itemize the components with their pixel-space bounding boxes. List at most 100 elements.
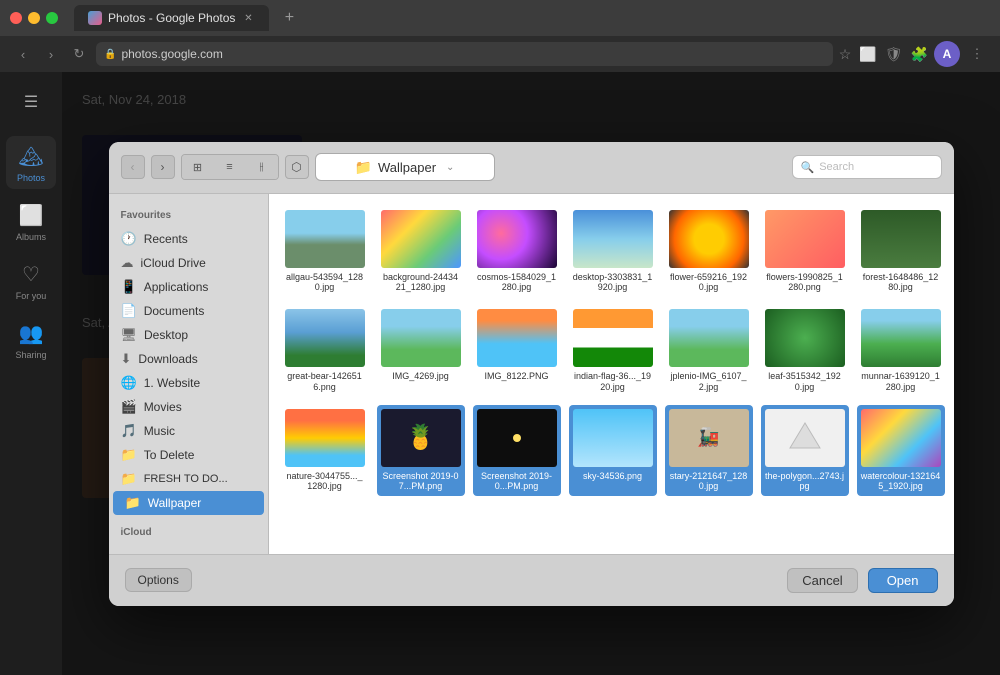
sidebar-item-for-you[interactable]: ♡ For you bbox=[6, 254, 56, 307]
file-item-polygon[interactable]: the-polygon...2743.jpg bbox=[761, 405, 849, 497]
shield-icon[interactable]: 🛡 bbox=[885, 46, 903, 63]
file-name-leaf: leaf-3515342_1920.jpg bbox=[765, 371, 845, 393]
file-item-screenshot2[interactable]: Screenshot 2019-0...PM.png bbox=[473, 405, 561, 497]
sidebar-item-music[interactable]: 🎵 Music bbox=[109, 419, 268, 443]
column-view-button[interactable]: ⫲ bbox=[246, 155, 278, 179]
file-name-sky: sky-34536.png bbox=[583, 471, 642, 482]
file-item-screenshot1[interactable]: 🍍 Screenshot 2019-07...PM.png bbox=[377, 405, 465, 497]
user-avatar[interactable]: A bbox=[934, 41, 960, 67]
sidebar-item-documents[interactable]: 📄 Documents bbox=[109, 299, 268, 323]
new-tab-button[interactable]: + bbox=[277, 6, 301, 30]
file-item-img8122[interactable]: IMG_8122.PNG bbox=[473, 305, 561, 397]
file-thumb-flower bbox=[669, 210, 749, 268]
active-tab[interactable]: Photos - Google Photos ✕ bbox=[74, 5, 269, 31]
tab-title: Photos - Google Photos bbox=[108, 11, 235, 25]
file-item-munnar[interactable]: munnar-1639120_1280.jpg bbox=[857, 305, 945, 397]
sidebar-item-to-delete[interactable]: 📁 To Delete bbox=[109, 443, 268, 467]
website-icon: 🌐 bbox=[121, 375, 137, 391]
icloud-section-label: iCloud bbox=[109, 523, 268, 542]
sharing-icon: 👥 bbox=[17, 319, 45, 347]
file-thumb-img4269 bbox=[381, 309, 461, 367]
sidebar-item-website[interactable]: 🌐 1. Website bbox=[109, 371, 268, 395]
file-item-forest[interactable]: forest-1648486_1280.jpg bbox=[857, 206, 945, 298]
app-sidebar: ☰ 🏔 Photos ⬜ Albums ♡ For you 👥 Sharing bbox=[0, 72, 62, 675]
sidebar-item-recents[interactable]: 🕐 Recents bbox=[109, 227, 268, 251]
hamburger-menu[interactable]: ☰ bbox=[13, 84, 49, 120]
file-item-jplenio[interactable]: jplenio-IMG_6107_2.jpg bbox=[665, 305, 753, 397]
address-bar[interactable]: 🔒 photos.google.com bbox=[96, 42, 833, 66]
tab-bar: Photos - Google Photos ✕ + bbox=[0, 0, 1000, 36]
file-name-img4269: IMG_4269.jpg bbox=[392, 371, 449, 382]
movies-icon: 🎬 bbox=[121, 399, 137, 415]
list-view-button[interactable]: ≡ bbox=[214, 155, 246, 179]
current-folder-label: Wallpaper bbox=[378, 160, 436, 175]
file-item-background[interactable]: background-2443421_1280.jpg bbox=[377, 206, 465, 298]
cast-icon[interactable]: ⬜ bbox=[859, 46, 876, 63]
tab-close-button[interactable]: ✕ bbox=[241, 11, 255, 25]
file-item-stary[interactable]: 🚂 stary-2121647_1280.jpg bbox=[665, 405, 753, 497]
folder-selector[interactable]: 📁 Wallpaper ⌄ bbox=[315, 153, 495, 181]
file-item-bear[interactable]: great-bear-1426516.png bbox=[281, 305, 369, 397]
file-thumb-screenshot1: 🍍 bbox=[381, 409, 461, 467]
file-name-forest: forest-1648486_1280.jpg bbox=[861, 272, 941, 294]
file-item-indian-flag[interactable]: indian-flag-36..._1920.jpg bbox=[569, 305, 657, 397]
dialog-back-button[interactable]: ‹ bbox=[121, 155, 145, 179]
file-name-bear: great-bear-1426516.png bbox=[285, 371, 365, 393]
file-thumb-jplenio bbox=[669, 309, 749, 367]
cancel-button[interactable]: Cancel bbox=[787, 568, 857, 593]
sidebar-item-albums[interactable]: ⬜ Albums bbox=[6, 195, 56, 248]
extension-icon[interactable]: 🧩 bbox=[911, 46, 928, 63]
file-item-flower[interactable]: flower-659216_1920.jpg bbox=[665, 206, 753, 298]
sidebar-item-music-label: Music bbox=[144, 424, 175, 438]
options-button[interactable]: Options bbox=[125, 568, 192, 592]
dialog-forward-button[interactable]: › bbox=[151, 155, 175, 179]
url-text: photos.google.com bbox=[121, 47, 222, 61]
file-name-nature: nature-3044755..._1280.jpg bbox=[285, 471, 365, 493]
file-item-sky[interactable]: sky-34536.png bbox=[569, 405, 657, 497]
lock-icon: 🔒 bbox=[104, 49, 116, 60]
forward-button[interactable]: › bbox=[40, 43, 62, 65]
sidebar-item-wallpaper[interactable]: 📁 Wallpaper bbox=[113, 491, 264, 515]
bookmark-icon[interactable]: ☆ bbox=[839, 46, 852, 63]
app-layout: ☰ 🏔 Photos ⬜ Albums ♡ For you 👥 Sharing … bbox=[0, 72, 1000, 675]
dialog-toolbar: ‹ › ⊞ ≡ ⫲ ⬡ 📁 Wallpaper ⌄ 🔍 bbox=[109, 142, 954, 194]
sidebar-item-downloads[interactable]: ⬇ Downloads bbox=[109, 347, 268, 371]
file-item-nature[interactable]: nature-3044755..._1280.jpg bbox=[281, 405, 369, 497]
sidebar-item-desktop[interactable]: 🖥 Desktop bbox=[109, 323, 268, 347]
maximize-window-button[interactable] bbox=[46, 12, 58, 24]
sidebar-item-applications[interactable]: 📱 Applications bbox=[109, 275, 268, 299]
desktop-icon: 🖥 bbox=[121, 327, 138, 343]
back-button[interactable]: ‹ bbox=[12, 43, 34, 65]
sidebar-item-fresh-to-do-label: FRESH TO DO... bbox=[144, 473, 228, 485]
file-item-leaf[interactable]: leaf-3515342_1920.jpg bbox=[761, 305, 849, 397]
sidebar-item-movies[interactable]: 🎬 Movies bbox=[109, 395, 268, 419]
reload-button[interactable]: ↻ bbox=[68, 43, 90, 65]
sidebar-item-icloud-drive[interactable]: ☁ iCloud Drive bbox=[109, 251, 268, 275]
dialog-file-content[interactable]: allgau-543594_1280.jpg background-244342… bbox=[269, 194, 954, 554]
photos-content-area: Sat, Nov 24, 2018 Sat, Aug 18, 2018 ‹ › … bbox=[62, 72, 1000, 675]
sidebar-item-sharing[interactable]: 👥 Sharing bbox=[6, 313, 56, 366]
open-button[interactable]: Open bbox=[868, 568, 938, 593]
dialog-action-button[interactable]: ⬡ bbox=[285, 155, 309, 179]
fresh-to-do-icon: 📁 bbox=[121, 471, 137, 487]
file-item-flowers[interactable]: flowers-1990825_1280.png bbox=[761, 206, 849, 298]
minimize-window-button[interactable] bbox=[28, 12, 40, 24]
sidebar-item-photos[interactable]: 🏔 Photos bbox=[6, 136, 56, 189]
file-item-allgau[interactable]: allgau-543594_1280.jpg bbox=[281, 206, 369, 298]
file-item-desktop[interactable]: desktop-3303831_1920.jpg bbox=[569, 206, 657, 298]
sidebar-item-fresh-to-do[interactable]: 📁 FRESH TO DO... bbox=[109, 467, 268, 491]
dialog-body: Favourites 🕐 Recents ☁ iCloud Drive 📱 Ap… bbox=[109, 194, 954, 554]
close-window-button[interactable] bbox=[10, 12, 22, 24]
browser-chrome: Photos - Google Photos ✕ + ‹ › ↻ 🔒 photo… bbox=[0, 0, 1000, 72]
menu-button[interactable]: ⋮ bbox=[966, 43, 988, 65]
file-item-watercolour[interactable]: watercolour-1321645_1920.jpg bbox=[857, 405, 945, 497]
to-delete-icon: 📁 bbox=[121, 447, 137, 463]
file-item-img4269[interactable]: IMG_4269.jpg bbox=[377, 305, 465, 397]
sidebar-item-recents-label: Recents bbox=[144, 232, 188, 246]
file-item-cosmos[interactable]: cosmos-1584029_1280.jpg bbox=[473, 206, 561, 298]
file-thumb-allgau bbox=[285, 210, 365, 268]
search-bar[interactable]: 🔍 Search bbox=[792, 155, 942, 179]
icon-view-button[interactable]: ⊞ bbox=[182, 155, 214, 179]
file-name-stary: stary-2121647_1280.jpg bbox=[669, 471, 749, 493]
file-grid: allgau-543594_1280.jpg background-244342… bbox=[281, 206, 942, 497]
